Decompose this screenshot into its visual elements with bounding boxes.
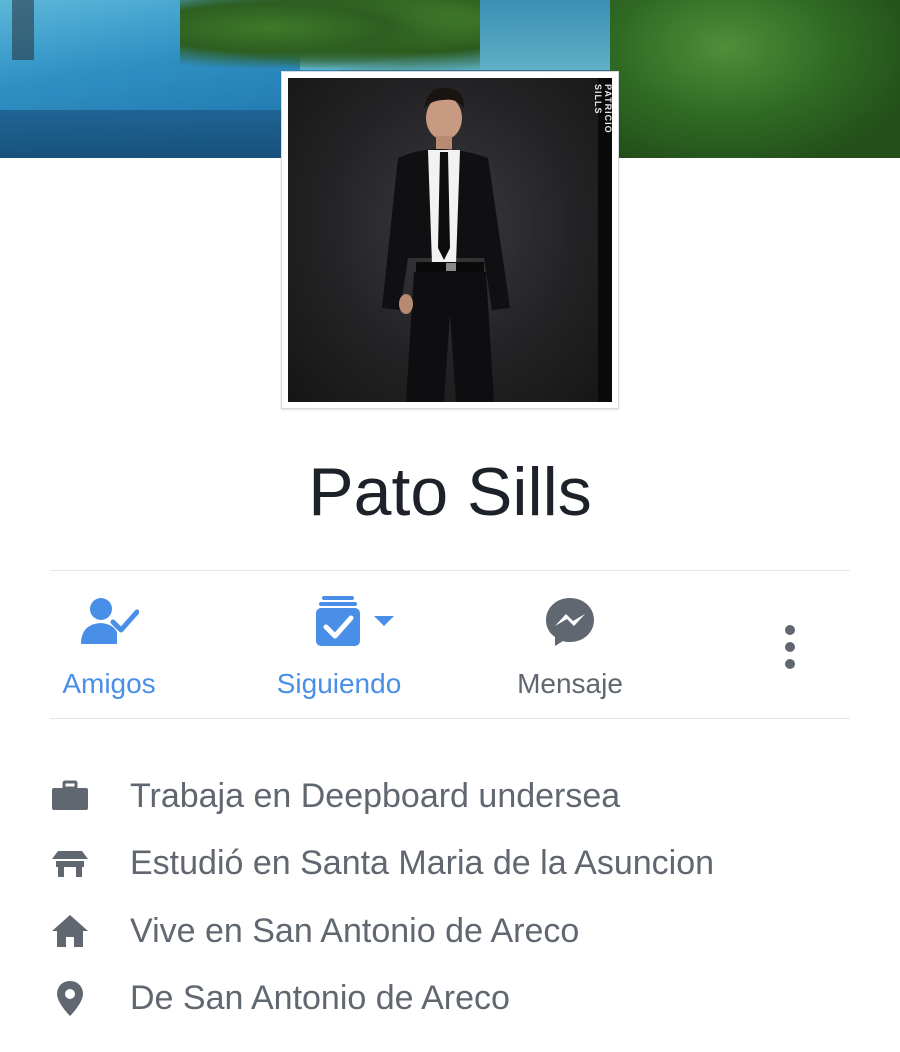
divider-top	[50, 570, 850, 571]
following-button[interactable]: Siguiendo	[258, 590, 420, 700]
friends-label: Amigos	[62, 668, 156, 699]
friends-button[interactable]: Amigos	[38, 590, 180, 700]
cover-trees	[610, 0, 900, 158]
following-label: Siguiendo	[276, 668, 402, 699]
intro-lives-text: Vive en San Antonio de Areco	[130, 912, 580, 950]
more-vertical-icon	[785, 625, 795, 635]
profile-name: Pato Sills	[308, 454, 592, 530]
briefcase-icon	[52, 780, 88, 810]
intro-education-text: Estudió en Santa Maria de la Asuncion	[130, 844, 715, 882]
intro-work-text: Trabaja en Deepboard undersea	[130, 777, 621, 815]
intro-education[interactable]: Estudió en Santa Maria de la Asuncion	[0, 833, 900, 893]
more-options-button[interactable]	[772, 622, 808, 672]
location-pin-icon	[57, 981, 83, 1016]
following-icon	[316, 596, 394, 646]
person-in-suit-illustration	[382, 87, 510, 402]
intro-work[interactable]: Trabaja en Deepboard undersea	[0, 766, 900, 826]
divider-bottom	[50, 718, 850, 719]
message-button[interactable]: Mensaje	[498, 590, 642, 700]
intro-from[interactable]: De San Antonio de Areco	[0, 968, 900, 1028]
intro-lives[interactable]: Vive en San Antonio de Areco	[0, 901, 900, 961]
school-icon	[52, 851, 88, 877]
photo-watermark: PATRICIO SILLS	[593, 84, 612, 134]
messenger-icon	[546, 598, 594, 646]
chevron-down-icon	[374, 616, 394, 626]
profile-photo: PATRICIO SILLS	[288, 78, 612, 402]
home-icon	[52, 915, 88, 947]
message-label: Mensaje	[517, 668, 623, 699]
friends-check-icon	[81, 598, 139, 644]
cover-palms	[180, 0, 480, 70]
cover-post	[12, 0, 34, 60]
profile-picture[interactable]: PATRICIO SILLS	[281, 71, 619, 409]
more-dot	[785, 642, 795, 652]
more-dot	[785, 659, 795, 669]
intro-from-text: De San Antonio de Areco	[130, 979, 510, 1017]
